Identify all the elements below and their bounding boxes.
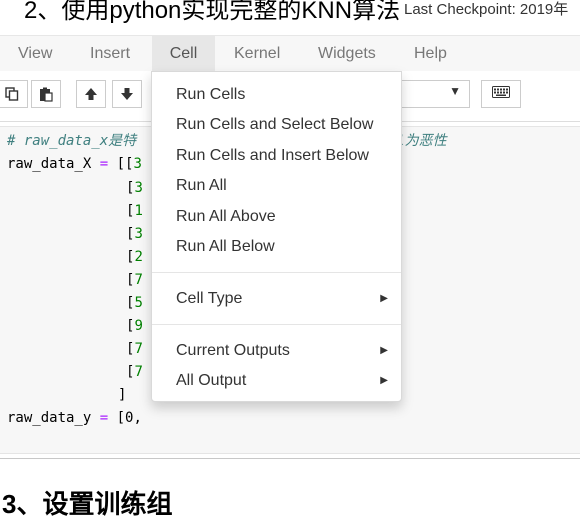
menu-item-label: All Output	[176, 372, 247, 389]
chevron-down-icon: ▼	[449, 84, 461, 98]
code-row: [7	[126, 341, 143, 357]
code-bracket: [[	[116, 156, 134, 172]
paste-icon	[39, 87, 53, 102]
menu-view[interactable]: View	[4, 36, 66, 72]
code-comment: # raw_data_x是特	[7, 133, 137, 149]
code-line-last: raw_data_y = [0,	[7, 408, 142, 428]
menu-item-run-all[interactable]: Run All	[152, 171, 401, 201]
code-row: [9	[126, 318, 143, 334]
menu-divider	[152, 272, 401, 273]
arrow-down-icon	[120, 87, 134, 101]
checkpoint-status: Last Checkpoint: 2019年	[404, 1, 569, 18]
move-down-button[interactable]	[112, 80, 142, 108]
move-up-button[interactable]	[76, 80, 106, 108]
keyboard-icon	[492, 85, 510, 103]
markdown-heading[interactable]: 3、设置训练组	[2, 484, 172, 521]
menu-item-run-all-below[interactable]: Run All Below	[152, 232, 401, 262]
code-number: 3	[133, 156, 142, 172]
code-row: [7	[126, 272, 143, 288]
menu-cell[interactable]: Cell	[152, 36, 215, 72]
code-var: raw_data_X	[7, 156, 92, 172]
copy-icon	[5, 87, 19, 101]
code-row: [7	[126, 364, 143, 380]
keyboard-shortcuts-button[interactable]	[481, 80, 521, 108]
code-number: 3	[134, 180, 143, 196]
menubar: View Insert Cell Kernel Widgets Help	[0, 35, 580, 72]
code-number: 2	[134, 249, 143, 265]
code-number: 5	[134, 295, 143, 311]
menu-help[interactable]: Help	[400, 36, 461, 72]
cell-menu-dropdown: Run Cells Run Cells and Select Below Run…	[151, 71, 402, 402]
arrow-up-icon	[84, 87, 98, 101]
code-row: [5	[126, 295, 143, 311]
code-row: [1	[126, 203, 143, 219]
code-closing-bracket: ]	[118, 387, 127, 403]
code-row: [2	[126, 249, 143, 265]
menu-item-all-output[interactable]: All Output ▶	[152, 366, 401, 396]
code-number: 9	[134, 318, 143, 334]
notebook-title[interactable]: 2、使用python实现完整的KNN算法	[24, 0, 400, 25]
menu-item-run-cells[interactable]: Run Cells	[152, 80, 401, 110]
menu-item-label: Current Outputs	[176, 342, 290, 359]
code-number: 7	[134, 364, 143, 380]
code-row: [3	[126, 180, 143, 196]
code-number: 1	[134, 203, 143, 219]
menu-insert[interactable]: Insert	[76, 36, 144, 72]
menu-widgets[interactable]: Widgets	[304, 36, 390, 72]
notebook-header: 2、使用python实现完整的KNN算法 Last Checkpoint: 20…	[0, 0, 580, 26]
code-operator: =	[99, 410, 109, 426]
menu-item-cell-type[interactable]: Cell Type ▶	[152, 284, 401, 314]
chevron-right-icon: ▶	[380, 345, 388, 356]
menu-item-run-cells-insert-below[interactable]: Run Cells and Insert Below	[152, 141, 401, 171]
copy-button[interactable]	[0, 80, 28, 108]
code-line-1: raw_data_X = [[3	[7, 154, 142, 174]
menu-item-current-outputs[interactable]: Current Outputs ▶	[152, 336, 401, 366]
paste-button[interactable]	[31, 80, 61, 108]
menu-item-run-cells-select-below[interactable]: Run Cells and Select Below	[152, 110, 401, 140]
code-number: 3	[134, 226, 143, 242]
code-operator: =	[99, 156, 109, 172]
menu-item-label: Cell Type	[176, 290, 243, 307]
code-row: [3	[126, 226, 143, 242]
menu-item-run-all-above[interactable]: Run All Above	[152, 202, 401, 232]
chevron-right-icon: ▶	[380, 293, 388, 304]
code-number: 7	[134, 272, 143, 288]
chevron-right-icon: ▶	[380, 375, 388, 386]
cell-divider	[0, 458, 580, 459]
menu-kernel[interactable]: Kernel	[220, 36, 294, 72]
code-var: raw_data_y	[7, 410, 92, 426]
menu-divider	[152, 324, 401, 325]
code-number: 7	[134, 341, 143, 357]
code-rest: [0,	[116, 410, 142, 426]
